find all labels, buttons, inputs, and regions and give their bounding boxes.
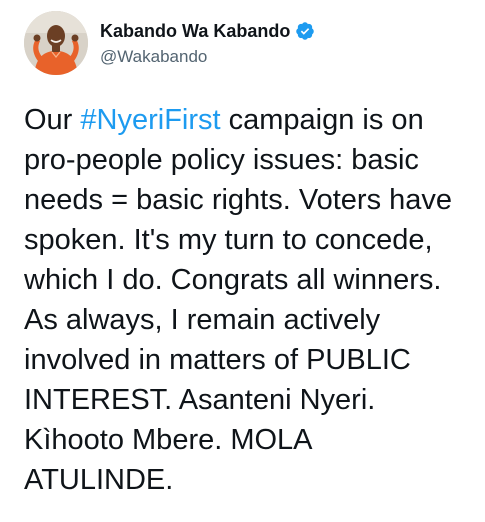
tweet-line: spoken. It's my turn to concede, [24, 224, 433, 256]
tweet-line: needs = basic rights. Voters have [24, 184, 453, 216]
avatar[interactable] [24, 11, 88, 75]
verified-badge-icon [295, 21, 315, 41]
tweet-line: As always, I remain actively [24, 304, 381, 336]
name-row: Kabando Wa Kabando [100, 19, 315, 43]
tweet-line: INTEREST. Asanteni Nyeri. [24, 384, 376, 416]
tweet-text-segment: Our [24, 104, 81, 136]
tweet-text-segment: campaign is on [220, 104, 424, 136]
tweet-text: Our #NyeriFirst campaign is on pro-peopl… [24, 100, 485, 500]
profile-photo [24, 11, 88, 75]
hashtag-link[interactable]: #NyeriFirst [80, 104, 220, 136]
tweet-line: which I do. Congrats all winners. [24, 264, 442, 296]
display-name[interactable]: Kabando Wa Kabando [100, 21, 290, 42]
handle[interactable]: @Wakabando [100, 47, 315, 67]
tweet-line: ATULINDE. [24, 464, 174, 496]
tweet-header: Kabando Wa Kabando @Wakabando [24, 8, 315, 78]
tweet-line: pro-people policy issues: basic [24, 144, 419, 176]
author-identity: Kabando Wa Kabando @Wakabando [100, 19, 315, 67]
tweet-line: Kìhooto Mbere. MOLA [24, 424, 313, 456]
tweet-line: involved in matters of PUBLIC [24, 344, 411, 376]
tweet-line: Our #NyeriFirst campaign is on [24, 100, 485, 140]
